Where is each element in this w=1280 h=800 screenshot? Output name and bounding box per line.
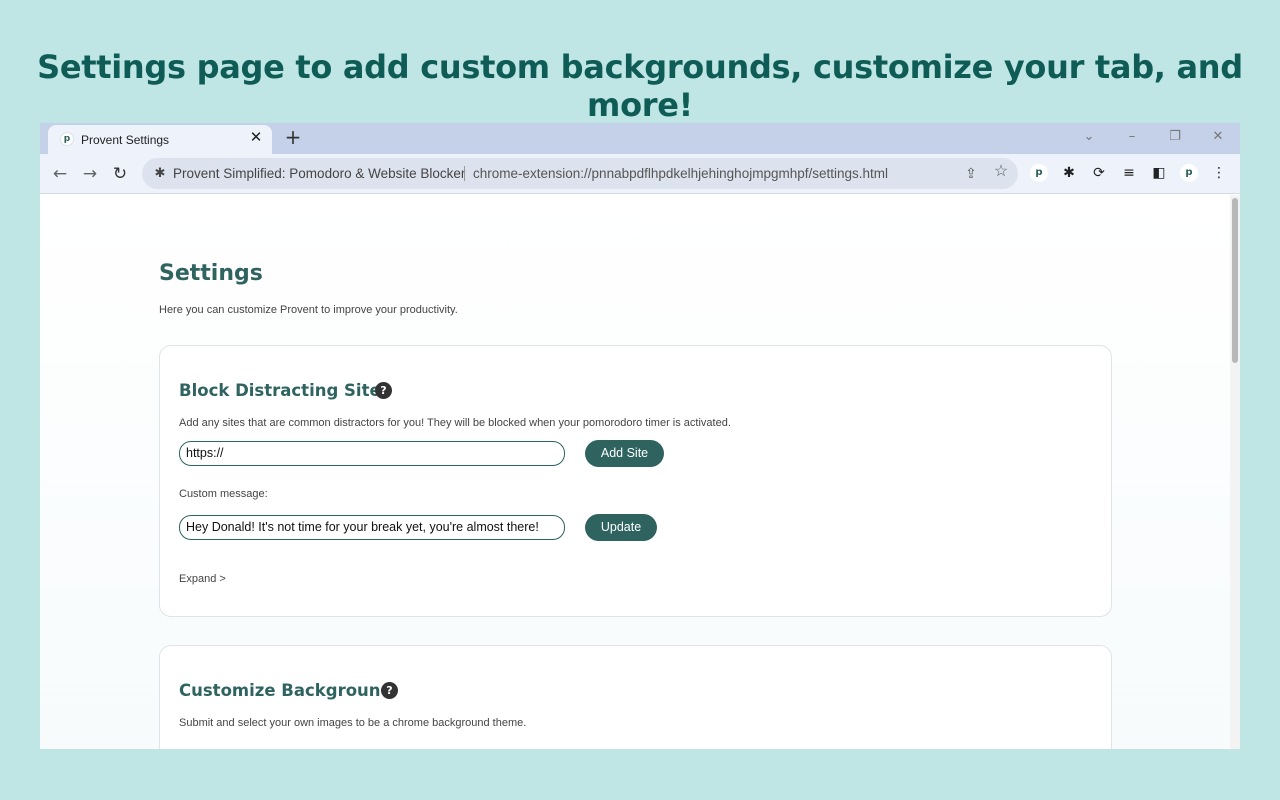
reload-icon[interactable]: ↻ [108,162,132,186]
settings-page: Settings Here you can customize Provent … [40,195,1230,749]
customize-background-title: Customize Background [179,681,393,700]
expand-link[interactable]: Expand > [179,573,226,585]
cycle-extension-icon[interactable]: ⟳ [1089,163,1109,183]
help-question-icon[interactable]: ? [375,382,392,399]
share-icon[interactable]: ⇪ [962,164,980,182]
customize-background-description: Submit and select your own images to be … [179,717,527,729]
extension-puzzle-icon: ✱ [154,165,166,180]
tab-strip: p Provent Settings ✕ + ⌄ – ❐ ✕ [40,123,1240,154]
promo-headline: Settings page to add custom backgrounds,… [37,48,1243,124]
browser-menu-icon[interactable]: ⋮ [1209,163,1229,183]
add-site-button[interactable]: Add Site [585,440,664,467]
page-title: Settings [159,261,263,286]
address-divider [464,166,465,181]
block-sites-card: Block Distracting Sites ? Add any sites … [159,345,1112,617]
block-sites-description: Add any sites that are common distractor… [179,417,731,429]
back-arrow-icon[interactable]: ← [48,162,72,186]
tab-search-chevron-down-icon[interactable]: ⌄ [1077,127,1101,147]
new-tab-button[interactable]: + [282,126,304,148]
extension-origin: Provent Simplified: Pomodoro & Website B… [173,166,466,181]
scrollbar-thumb[interactable] [1232,198,1238,363]
custom-message-label: Custom message: [179,488,268,500]
provent-favicon-icon: p [60,132,74,146]
profile-avatar[interactable]: p [1180,164,1198,182]
minimize-icon[interactable]: – [1120,127,1144,147]
page-scrollbar[interactable] [1230,195,1240,749]
page-subtitle: Here you can customize Provent to improv… [159,304,458,316]
help-question-icon[interactable]: ? [381,682,398,699]
address-bar[interactable]: ✱ Provent Simplified: Pomodoro & Website… [142,158,1018,189]
browser-toolbar: ← → ↻ ✱ Provent Simplified: Pomodoro & W… [40,154,1240,194]
browser-window: p Provent Settings ✕ + ⌄ – ❐ ✕ ← → ↻ ✱ P… [40,123,1240,749]
block-sites-title: Block Distracting Sites [179,381,391,400]
window-close-icon[interactable]: ✕ [1206,127,1230,147]
provent-extension-icon[interactable]: p [1030,164,1048,182]
extensions-puzzle-icon[interactable]: ✱ [1059,163,1079,183]
tab-provent-settings[interactable]: p Provent Settings ✕ [48,125,272,154]
page-url[interactable]: chrome-extension://pnnabpdflhpdkelhjehin… [473,166,888,181]
restore-icon[interactable]: ❐ [1163,127,1187,147]
custom-message-input[interactable]: Hey Donald! It's not time for your break… [179,515,565,540]
customize-background-card: Customize Background ? Submit and select… [159,645,1112,749]
side-panel-icon[interactable]: ◧ [1149,163,1169,183]
forward-arrow-icon[interactable]: → [78,162,102,186]
bookmark-star-icon[interactable]: ☆ [992,163,1010,181]
site-url-input[interactable]: https:// [179,441,565,466]
media-control-icon[interactable]: ≡ [1119,163,1139,183]
update-button[interactable]: Update [585,514,657,541]
tab-title: Provent Settings [81,133,170,147]
tab-close-icon[interactable]: ✕ [248,130,264,146]
